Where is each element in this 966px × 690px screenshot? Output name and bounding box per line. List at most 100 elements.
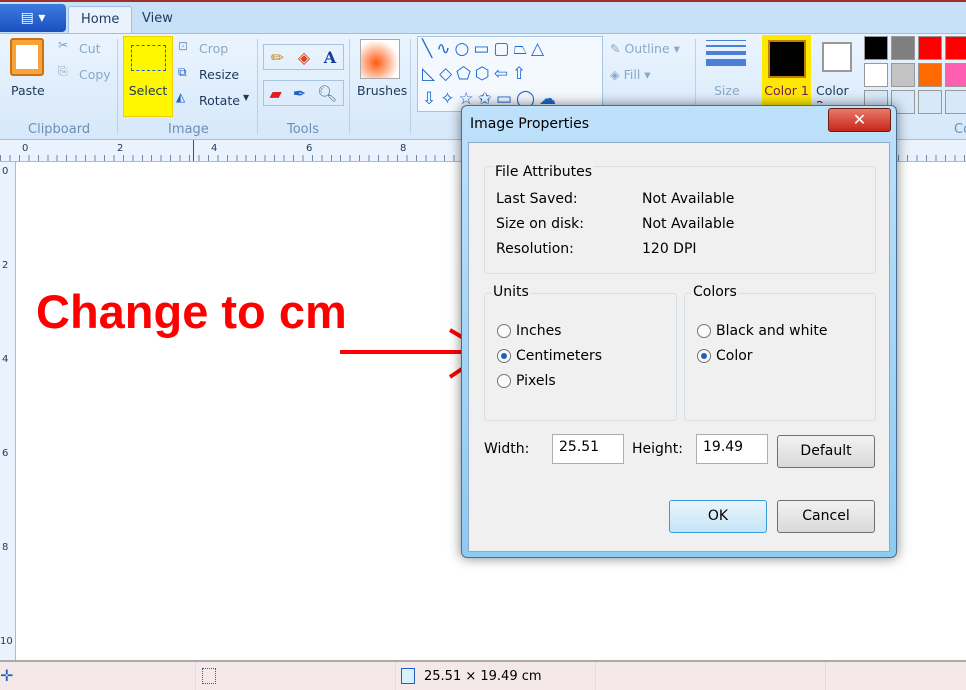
chevron-down-icon: ▼ xyxy=(243,93,250,102)
width-input[interactable]: 25.51 xyxy=(552,434,624,464)
app-menu-button[interactable]: ▤ ▾ xyxy=(0,4,66,32)
size-on-disk-value: Not Available xyxy=(642,216,735,232)
select-label: Select xyxy=(128,83,168,98)
centimeters-radio[interactable] xyxy=(497,349,511,363)
color2-swatch[interactable] xyxy=(822,42,852,72)
tab-view[interactable]: View xyxy=(130,6,185,35)
color-picker-icon[interactable]: ✒ xyxy=(293,84,306,103)
palette-color-white[interactable] xyxy=(864,63,888,87)
brushes-icon xyxy=(360,39,400,79)
paste-icon xyxy=(10,38,44,76)
color-palette xyxy=(864,36,966,114)
crop-button[interactable]: Crop xyxy=(199,41,228,56)
size-icon xyxy=(706,40,746,66)
annotation-text: Change to cm xyxy=(36,285,347,338)
resolution-label: Resolution: xyxy=(496,241,574,257)
palette-color-black[interactable] xyxy=(864,36,888,60)
color1-button[interactable]: Color 1 xyxy=(762,35,811,115)
copy-icon: ⎘ xyxy=(58,64,68,78)
selection-size-cell xyxy=(196,662,396,690)
cut-icon: ✂ xyxy=(58,38,69,52)
palette-color-empty[interactable] xyxy=(918,90,942,114)
dialog-body: File Attributes Last Saved: Not Availabl… xyxy=(468,142,890,552)
file-attributes-title: File Attributes xyxy=(493,164,594,180)
cut-button[interactable]: Cut xyxy=(79,41,101,56)
ruler-label: 4 xyxy=(211,143,218,154)
units-title: Units xyxy=(491,284,531,300)
brushes-button[interactable]: Brushes xyxy=(357,83,407,98)
palette-color-orange[interactable] xyxy=(918,63,942,87)
palette-color-red[interactable] xyxy=(918,36,942,60)
resolution-value: 120 DPI xyxy=(642,241,697,257)
crop-icon: ⊡ xyxy=(178,39,189,53)
inches-radio[interactable] xyxy=(497,324,511,338)
fill-bucket-icon[interactable]: ◈ xyxy=(298,48,310,67)
palette-color-gray[interactable] xyxy=(891,36,915,60)
canvas-size-text: 25.51 × 19.49 cm xyxy=(424,669,542,684)
cancel-button[interactable]: Cancel xyxy=(777,500,875,533)
resize-icon: ⧉ xyxy=(178,65,187,79)
image-group-label: Image xyxy=(168,122,209,137)
shapes-gallery[interactable]: ╲∿○▭▢⏢△ ◺◇⬠⬡⇦⇧ ⇩✧☆✩▭◯☁ xyxy=(417,36,603,112)
width-label: Width: xyxy=(484,441,530,457)
tab-home[interactable]: Home xyxy=(68,6,133,35)
ruler-label: 6 xyxy=(306,143,313,154)
last-saved-value: Not Available xyxy=(642,191,735,207)
ruler-label: 0 xyxy=(2,166,9,177)
rotate-icon: ◭ xyxy=(176,90,186,104)
cursor-position-cell: ✛ xyxy=(0,662,196,690)
separator xyxy=(349,39,350,134)
select-button[interactable]: Select xyxy=(123,36,173,117)
palette-color-pink[interactable] xyxy=(945,63,966,87)
clipboard-group-label: Clipboard xyxy=(28,122,91,137)
centimeters-label[interactable]: Centimeters xyxy=(516,348,602,364)
height-input[interactable]: 19.49 xyxy=(696,434,768,464)
color1-swatch xyxy=(768,40,806,78)
copy-button[interactable]: Copy xyxy=(79,67,111,82)
canvas-size-icon xyxy=(401,668,415,684)
ruler-label: 4 xyxy=(2,354,9,365)
ruler-label: 8 xyxy=(400,143,407,154)
ok-button[interactable]: OK xyxy=(669,500,767,533)
separator xyxy=(117,39,118,134)
magnifier-icon[interactable]: 🔍︎ xyxy=(317,84,337,103)
ruler-label: 0 xyxy=(22,143,29,154)
color-radio[interactable] xyxy=(697,349,711,363)
color2-button[interactable]: Color 2 xyxy=(816,83,860,103)
ruler-label: 2 xyxy=(117,143,124,154)
rotate-button[interactable]: Rotate xyxy=(199,93,240,108)
image-properties-dialog: Image Properties ✕ File Attributes Last … xyxy=(461,105,897,558)
color-label[interactable]: Color xyxy=(716,348,753,364)
ruler-label: 6 xyxy=(2,448,9,459)
paste-button[interactable]: Paste xyxy=(11,83,45,98)
size-button[interactable]: Size xyxy=(714,83,740,98)
size-on-disk-label: Size on disk: xyxy=(496,216,584,232)
status-bar: ✛ 25.51 × 19.49 cm xyxy=(0,660,966,690)
pixels-radio[interactable] xyxy=(497,374,511,388)
last-saved-label: Last Saved: xyxy=(496,191,578,207)
black-and-white-label[interactable]: Black and white xyxy=(716,323,827,339)
select-icon xyxy=(131,45,166,71)
fill-button[interactable]: ◈ Fill ▾ xyxy=(610,67,651,82)
black-and-white-radio[interactable] xyxy=(697,324,711,338)
pencil-icon[interactable]: ✏ xyxy=(271,48,284,67)
close-button[interactable]: ✕ xyxy=(828,108,891,132)
ruler-label: 8 xyxy=(2,542,9,553)
palette-color-red2[interactable] xyxy=(945,36,966,60)
pixels-label[interactable]: Pixels xyxy=(516,373,556,389)
ruler-label: 2 xyxy=(2,260,9,271)
vertical-ruler: 0 2 4 6 8 10 xyxy=(0,162,16,660)
status-cell xyxy=(596,662,826,690)
text-icon[interactable]: A xyxy=(324,48,336,67)
height-label: Height: xyxy=(632,441,683,457)
default-button[interactable]: Default xyxy=(777,435,875,468)
palette-color-empty[interactable] xyxy=(945,90,966,114)
resize-button[interactable]: Resize xyxy=(199,67,239,82)
outline-button[interactable]: ✎ Outline ▾ xyxy=(610,41,680,56)
selection-icon xyxy=(202,668,216,684)
palette-color-light-gray[interactable] xyxy=(891,63,915,87)
inches-label[interactable]: Inches xyxy=(516,323,561,339)
colors-title: Colors xyxy=(691,284,739,300)
eraser-icon[interactable]: ▰ xyxy=(269,84,281,103)
tools-group-label: Tools xyxy=(287,122,320,137)
